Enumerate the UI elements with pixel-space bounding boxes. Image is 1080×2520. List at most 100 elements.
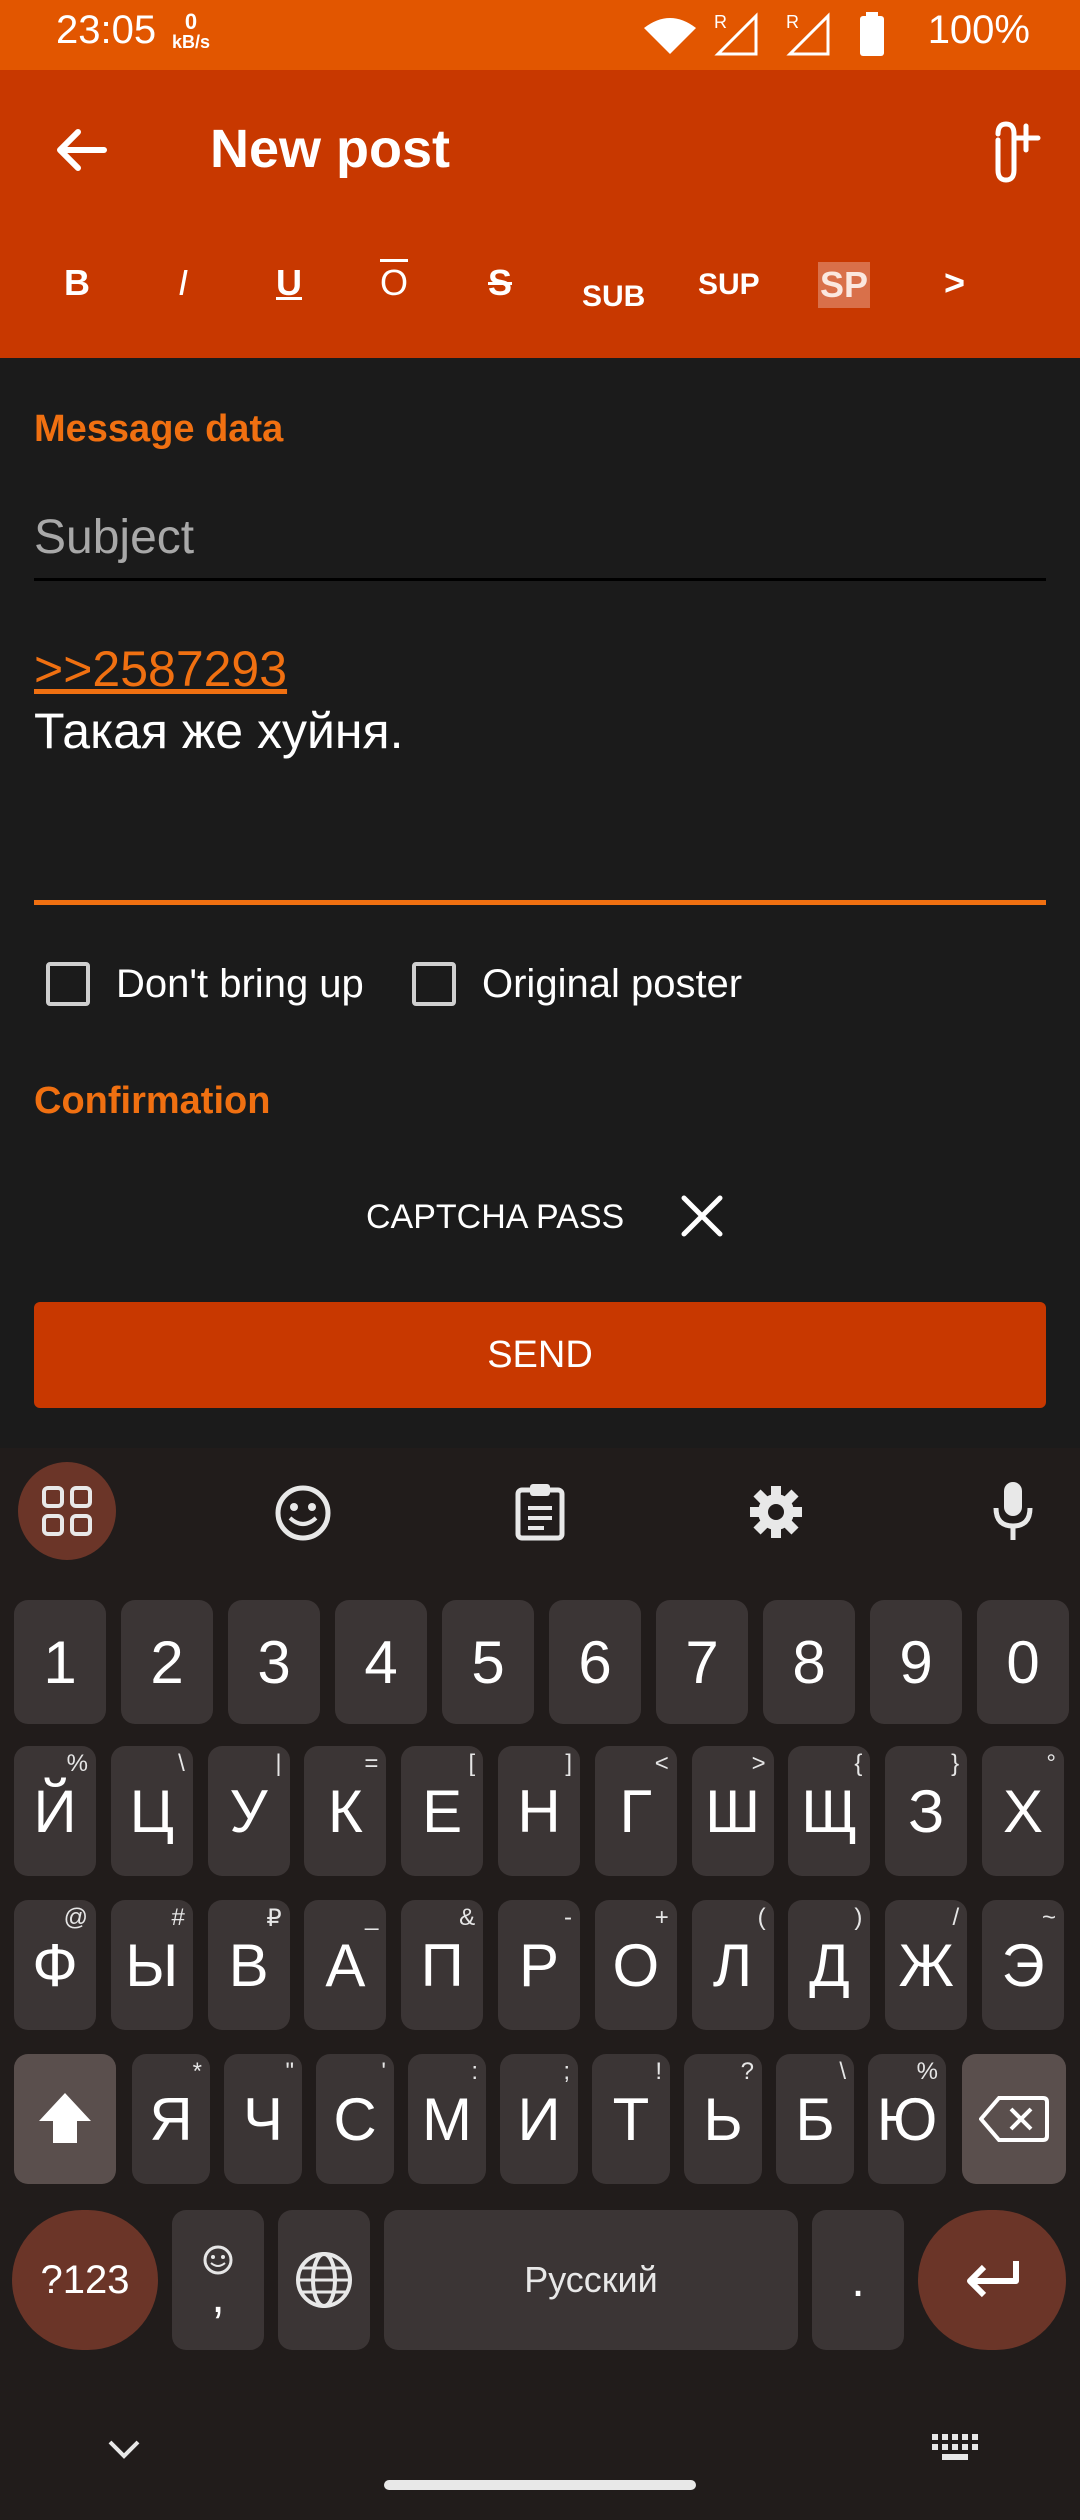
letter-key[interactable]: Ь?	[684, 2054, 762, 2184]
key-hint: }	[951, 1750, 960, 1777]
gesture-nav-handle[interactable]	[384, 2480, 696, 2490]
key-hint: +	[654, 1904, 669, 1931]
letter-key[interactable]: Х °	[982, 1746, 1064, 1876]
settings-gear-icon[interactable]	[748, 1484, 804, 1540]
letter-key[interactable]: И;	[500, 2054, 578, 2184]
message-underline	[34, 900, 1046, 905]
number-key-9[interactable]: 9	[870, 1600, 962, 1724]
key-label: З	[908, 1777, 945, 1845]
letter-key[interactable]: Д)	[788, 1900, 871, 2030]
letter-key[interactable]: Н]	[498, 1746, 580, 1876]
reply-link[interactable]: >>2587293	[34, 640, 287, 698]
superscript-button[interactable]: SUP	[698, 268, 760, 302]
key-label: Г	[619, 1777, 653, 1845]
original-poster-label[interactable]: Original poster	[482, 962, 742, 1007]
letter-key[interactable]: Т!	[592, 2054, 670, 2184]
number-key-4[interactable]: 4	[335, 1600, 427, 1724]
battery-icon	[860, 12, 884, 56]
letter-key[interactable]: Я *	[132, 2054, 210, 2184]
letter-key[interactable]: Ц \	[110, 1746, 193, 1876]
key-hint: *	[192, 2058, 202, 2085]
enter-key[interactable]	[918, 2210, 1066, 2350]
bold-button[interactable]: B	[64, 262, 90, 304]
letter-key[interactable]: В ₽	[207, 1900, 290, 2030]
key-hint: ;	[563, 2058, 570, 2085]
key-hint: ?	[740, 2058, 754, 2085]
letter-key[interactable]: Ы #	[110, 1900, 193, 2030]
confirmation-heading: Confirmation	[34, 1080, 271, 1122]
letter-key[interactable]: Ф @	[14, 1900, 96, 2030]
close-icon[interactable]	[680, 1194, 724, 1238]
letter-key[interactable]: М:	[408, 2054, 486, 2184]
language-globe-key[interactable]	[278, 2210, 370, 2350]
subscript-button[interactable]: SUB	[582, 280, 645, 314]
key-hint: (	[757, 1904, 766, 1931]
status-bar: 23:05 0 kB/s R R 100%	[0, 0, 1080, 70]
backspace-key[interactable]	[962, 2054, 1066, 2184]
letter-key[interactable]: Й%	[14, 1746, 96, 1876]
number-key-7[interactable]: 7	[656, 1600, 748, 1724]
back-arrow-icon[interactable]	[52, 126, 108, 174]
letter-key[interactable]: Щ{	[788, 1746, 871, 1876]
quote-button[interactable]: >	[944, 262, 965, 304]
letter-key[interactable]: Э ~	[982, 1900, 1064, 2030]
letter-key[interactable]: Ж /	[885, 1900, 968, 2030]
overline-button[interactable]: O	[380, 262, 408, 304]
hide-keyboard-chevron-icon[interactable]	[104, 2434, 144, 2462]
key-hint: °	[1046, 1750, 1056, 1777]
send-button[interactable]: SEND	[34, 1302, 1046, 1408]
italic-button[interactable]: I	[178, 262, 188, 304]
key-label: Е	[422, 1777, 463, 1845]
number-key-3[interactable]: 3	[228, 1600, 320, 1724]
letter-key[interactable]: З}	[885, 1746, 968, 1876]
number-key-1[interactable]: 1	[14, 1600, 106, 1724]
number-key-0[interactable]: 0	[977, 1600, 1069, 1724]
emoji-icon[interactable]	[274, 1484, 332, 1542]
letter-key[interactable]: Ш >	[691, 1746, 774, 1876]
key-hint: >	[751, 1750, 766, 1777]
period-key[interactable]: .	[812, 2210, 904, 2350]
strikethrough-button[interactable]: S	[488, 262, 512, 304]
letter-key[interactable]: Л(	[691, 1900, 774, 2030]
svg-text:R: R	[786, 12, 799, 32]
microphone-icon[interactable]	[990, 1480, 1036, 1544]
letter-key[interactable]: К =	[304, 1746, 387, 1876]
dont-bring-up-label[interactable]: Don't bring up	[116, 962, 364, 1007]
letter-key[interactable]: Р-	[498, 1900, 580, 2030]
keyboard-switch-icon[interactable]	[930, 2432, 980, 2464]
letter-key[interactable]: А _	[304, 1900, 387, 2030]
message-text[interactable]: Такая же хуйня.	[34, 702, 404, 760]
number-key-8[interactable]: 8	[763, 1600, 855, 1724]
clipboard-icon[interactable]	[514, 1482, 566, 1542]
letter-key[interactable]: У |	[207, 1746, 290, 1876]
apps-grid-button[interactable]	[18, 1462, 116, 1560]
space-key[interactable]: Русский	[384, 2210, 798, 2350]
letter-key[interactable]: Г <	[594, 1746, 677, 1876]
letter-key[interactable]: Б \	[776, 2054, 854, 2184]
letter-key[interactable]: П &	[401, 1900, 484, 2030]
letter-key[interactable]: Ю%	[868, 2054, 946, 2184]
attach-file-icon[interactable]	[976, 116, 1046, 186]
letter-key[interactable]: Ч "	[224, 2054, 302, 2184]
key-hint: |	[275, 1750, 282, 1777]
key-hint: {	[854, 1750, 863, 1777]
svg-text:R: R	[714, 12, 727, 32]
spoiler-button[interactable]: SP	[818, 262, 871, 308]
key-hint: _	[365, 1904, 379, 1931]
number-key-2[interactable]: 2	[121, 1600, 213, 1724]
dont-bring-up-checkbox[interactable]	[46, 962, 90, 1006]
underline-button[interactable]: U	[276, 262, 302, 304]
subject-input[interactable]: Subject	[34, 510, 1046, 565]
number-key-5[interactable]: 5	[442, 1600, 534, 1724]
letter-key[interactable]: Е[	[401, 1746, 484, 1876]
signal-1-icon: R	[714, 12, 758, 56]
letter-key[interactable]: С '	[316, 2054, 394, 2184]
key-hint: @	[63, 1904, 88, 1931]
shift-key[interactable]	[14, 2054, 116, 2184]
number-key-6[interactable]: 6	[549, 1600, 641, 1724]
key-label: П	[420, 1931, 464, 1999]
symbols-key[interactable]: ?123	[12, 2210, 158, 2350]
original-poster-checkbox[interactable]	[412, 962, 456, 1006]
comma-key[interactable]: ,	[172, 2210, 264, 2350]
letter-key[interactable]: О +	[594, 1900, 677, 2030]
